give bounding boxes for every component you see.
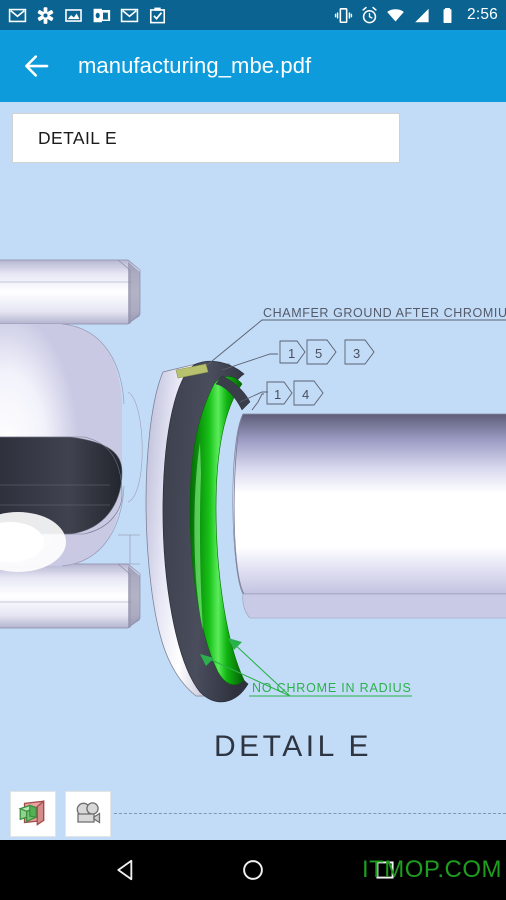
3d-model-icon [18,799,45,826]
battery-icon [443,7,452,23]
status-bar-clock: 2:56 [467,6,498,23]
status-bar-system-icons: 2:56 [334,6,498,25]
yoke-assembly [0,259,143,629]
nav-home-button[interactable] [198,840,308,900]
camera-icon [76,802,101,824]
nav-back-button[interactable] [72,840,182,900]
flag-note-5: 5 [315,346,322,361]
model-3d-button[interactable] [10,791,56,837]
flag-note-3: 3 [353,346,360,361]
viewer-toolbar [10,791,111,837]
phone-screen: 2:56 manufacturing_mbe.pdf 1 5 3 1 4 CHA… [0,0,506,900]
detail-search-field[interactable]: DETAIL E [12,113,400,163]
annotation-leaders [205,319,506,411]
camera-view-button[interactable] [65,791,111,837]
detail-view-label: DETAIL E [214,730,373,763]
flag-notes-row-2: 1 4 [266,380,324,406]
settings-gear-icon [37,6,54,24]
site-watermark: ITMOP.COM [361,856,502,883]
flag-notes-row-1: 1 5 3 [279,339,375,365]
detail-field-value: DETAIL E [38,127,118,148]
alarm-clock-icon [362,6,377,23]
pdf-viewer-canvas[interactable]: 1 5 3 1 4 CHAMFER GROUND AFTER CHROMIU N… [0,102,506,840]
android-nav-bar: ITMOP.COM [0,840,506,900]
main-shaft [232,413,506,619]
back-arrow-icon[interactable] [22,51,52,81]
vibrate-icon [334,7,353,23]
outlook-icon [93,8,111,22]
signal-icon [415,8,429,22]
gmail-icon-2 [120,8,139,22]
status-bar-notification-icons [8,6,167,25]
dashed-divider [114,813,506,814]
wifi-icon [387,8,404,21]
flag-note-1b: 1 [274,387,281,402]
page-title: manufacturing_mbe.pdf [78,53,312,78]
gmail-icon [8,8,27,22]
no-chrome-note: NO CHROME IN RADIUS [252,681,412,695]
flag-note-4: 4 [302,387,309,402]
status-bar: 2:56 [0,0,506,30]
chamfer-ground-note: CHAMFER GROUND AFTER CHROMIU [263,306,506,320]
clipboard-check-icon [149,7,166,23]
nav-home-circle-icon [243,860,263,880]
app-bar: manufacturing_mbe.pdf [0,30,506,102]
photo-icon [65,8,82,22]
flag-note-1a: 1 [288,346,295,361]
nav-back-triangle-icon [117,859,133,881]
